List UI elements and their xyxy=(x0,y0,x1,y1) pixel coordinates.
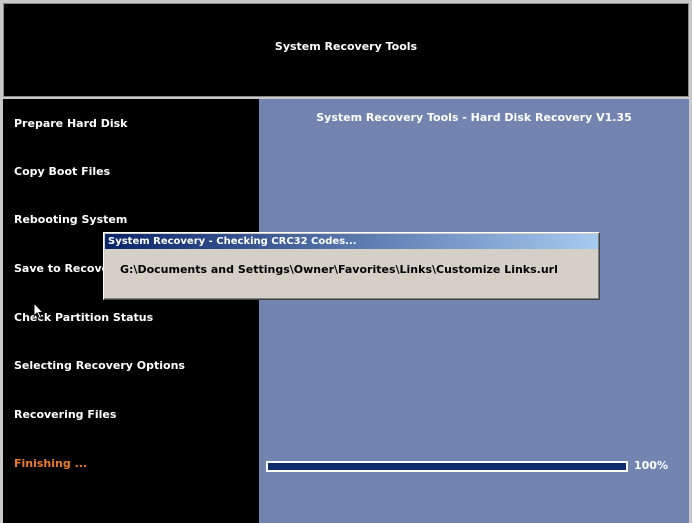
dialog-message: G:\Documents and Settings\Owner\Favorite… xyxy=(120,263,558,276)
progress-percent: 100% xyxy=(634,459,668,472)
step-selecting-recovery-options: Selecting Recovery Options xyxy=(14,359,185,372)
mouse-cursor-icon xyxy=(34,303,44,319)
main-panel: System Recovery Tools - Hard Disk Recove… xyxy=(259,99,689,523)
progress-bar xyxy=(266,461,628,472)
header-panel: System Recovery Tools xyxy=(3,3,689,97)
main-title: System Recovery Tools - Hard Disk Recove… xyxy=(316,111,632,124)
dialog-title: System Recovery - Checking CRC32 Codes..… xyxy=(105,234,598,249)
step-finishing: Finishing ... xyxy=(14,457,88,470)
step-copy-boot-files: Copy Boot Files xyxy=(14,165,111,178)
step-rebooting-system: Rebooting System xyxy=(14,213,128,226)
progress-fill xyxy=(268,463,626,470)
step-recovering-files: Recovering Files xyxy=(14,408,117,421)
header-title: System Recovery Tools xyxy=(274,40,418,53)
step-prepare-hard-disk: Prepare Hard Disk xyxy=(14,117,128,130)
crc-check-dialog: System Recovery - Checking CRC32 Codes..… xyxy=(103,232,600,300)
